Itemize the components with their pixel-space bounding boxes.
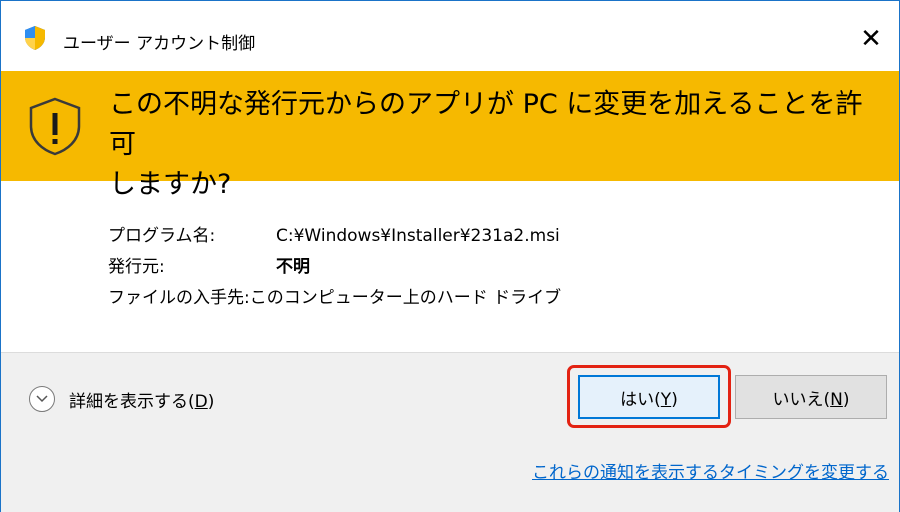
dialog-footer: 詳細を表示する(D) はい(Y) いいえ(N) これらの通知を表示するタイミング… [1, 352, 899, 512]
chevron-down-icon [29, 386, 55, 412]
banner-line-1: この不明な発行元からのアプリが PC に変更を加えることを許可 [109, 89, 863, 160]
banner-line-2: しますか? [109, 169, 232, 200]
warning-shield-icon [29, 97, 81, 156]
detail-label: プログラム名: [108, 226, 216, 246]
show-details-toggle[interactable]: 詳細を表示する(D) [29, 386, 214, 412]
banner-question: この不明な発行元からのアプリが PC に変更を加えることを許可 しますか? [109, 85, 889, 205]
detail-value: このコンピューター上のハード ドライブ [249, 288, 562, 308]
program-details: プログラム名: C:¥Windows¥Installer¥231a2.msi 発… [108, 221, 561, 314]
detail-row-program-name: プログラム名: C:¥Windows¥Installer¥231a2.msi [108, 221, 561, 252]
change-notification-settings-link[interactable]: これらの通知を表示するタイミングを変更する [532, 458, 889, 483]
detail-value: C:¥Windows¥Installer¥231a2.msi [276, 226, 560, 246]
show-details-label: 詳細を表示する(D) [69, 391, 215, 412]
detail-row-source: ファイルの入手先: このコンピューター上のハード ドライブ [108, 283, 561, 314]
title-bar: ユーザー アカウント制御 ✕ [1, 1, 899, 71]
detail-label: 発行元: [108, 257, 165, 277]
detail-value: 不明 [276, 257, 310, 277]
uac-dialog: ユーザー アカウント制御 ✕ この不明な発行元からのアプリが PC に変更を加え… [0, 0, 900, 512]
detail-label: ファイルの入手先: [108, 288, 250, 308]
yes-button-label: はい(Y) [620, 389, 678, 410]
window-title: ユーザー アカウント制御 [63, 34, 256, 54]
warning-banner: この不明な発行元からのアプリが PC に変更を加えることを許可 しますか? [1, 71, 899, 200]
close-button[interactable]: ✕ [851, 19, 891, 59]
yes-button[interactable]: はい(Y) [578, 375, 720, 419]
no-button-label: いいえ(N) [772, 389, 850, 410]
detail-row-publisher: 発行元: 不明 [108, 252, 561, 283]
close-icon: ✕ [860, 24, 882, 54]
no-button[interactable]: いいえ(N) [735, 375, 887, 419]
uac-shield-icon [25, 26, 45, 50]
